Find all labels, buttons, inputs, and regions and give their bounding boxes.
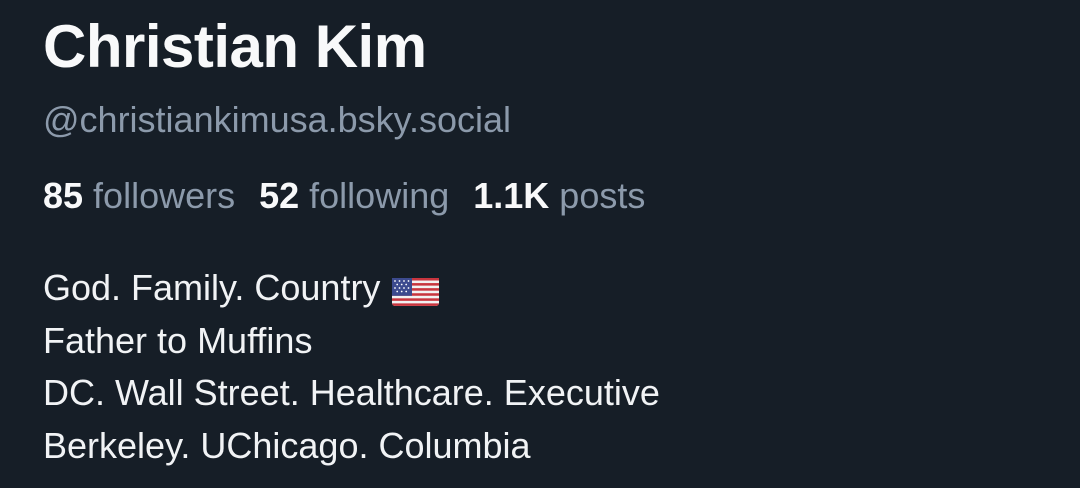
bio-line: DC. Wall Street. Healthcare. Executive	[43, 372, 660, 413]
profile-bio: God. Family. Country Father to Muffins D…	[43, 262, 660, 472]
following-stat[interactable]: 52 following	[259, 174, 449, 218]
us-flag-icon	[392, 273, 440, 306]
profile-display-name: Christian Kim	[43, 13, 427, 80]
bio-line-text: God. Family. Country	[43, 267, 381, 308]
following-count: 52	[259, 175, 300, 216]
followers-count: 85	[43, 175, 84, 216]
posts-label: posts	[559, 175, 646, 216]
followers-stat[interactable]: 85 followers	[43, 174, 235, 218]
followers-label: followers	[93, 175, 236, 216]
profile-handle: @christiankimusa.bsky.social	[43, 99, 512, 140]
bio-line: Berkeley. UChicago. Columbia	[43, 424, 531, 466]
posts-stat: 1.1K posts	[473, 174, 645, 218]
profile-stats: 85 followers 52 following 1.1K posts	[43, 174, 669, 218]
following-label: following	[309, 175, 450, 216]
bio-line: God. Family. Country	[43, 262, 660, 315]
bio-line: Father to Muffins	[43, 319, 313, 361]
posts-count: 1.1K	[473, 175, 550, 216]
